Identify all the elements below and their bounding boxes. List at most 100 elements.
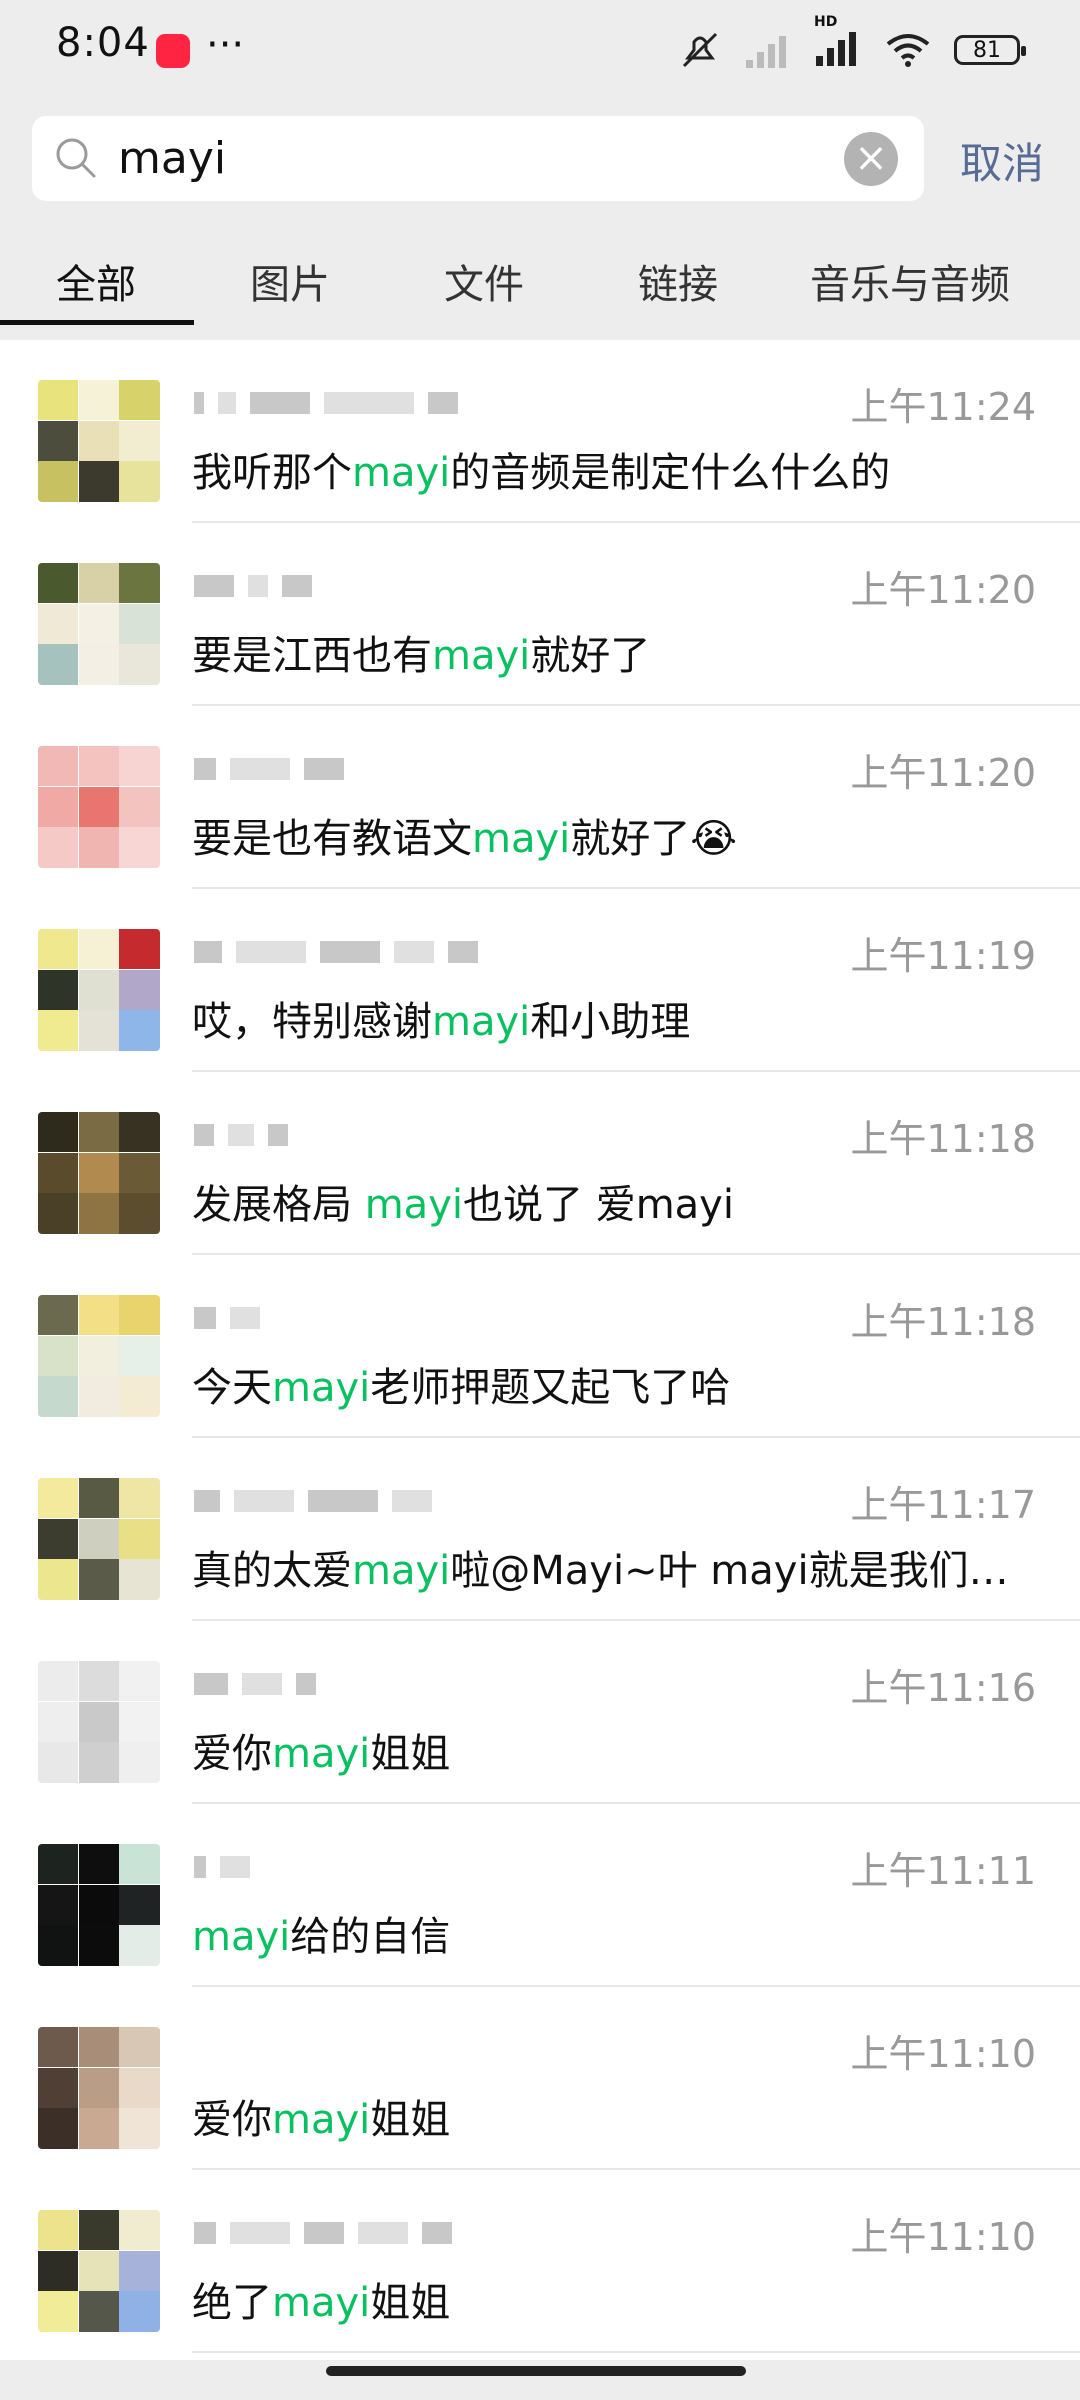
- search-input[interactable]: [118, 124, 838, 192]
- clear-icon[interactable]: ×: [844, 132, 898, 186]
- wifi-icon: [886, 34, 930, 67]
- mute-icon: [682, 32, 718, 68]
- snippet-text: 的音频是制定什么什么的: [450, 450, 891, 496]
- message-snippet: 发展格局 mayi也说了 爱mayi: [192, 1172, 1032, 1230]
- snippet-text: 就好了😭: [570, 816, 738, 862]
- message-time: 上午11:17: [850, 1483, 1036, 1527]
- message-snippet: 我听那个mayi的音频是制定什么什么的: [192, 440, 1032, 498]
- status-icons: HD 81: [678, 14, 1026, 74]
- tab-files[interactable]: 文件: [444, 252, 524, 310]
- sender-name-redacted: [194, 1482, 494, 1516]
- sender-name-redacted: [194, 1299, 494, 1333]
- snippet-text: 真的太爱: [192, 1548, 352, 1594]
- message-time: 上午11:11: [850, 1849, 1036, 1893]
- snippet-text: 绝了: [192, 2280, 272, 2326]
- message-snippet: 爱你mayi姐姐: [192, 1721, 1032, 1779]
- avatar: [38, 1112, 160, 1234]
- message-time: 上午11:10: [850, 2032, 1036, 2076]
- snippet-text: 老师押题又起飞了哈: [370, 1365, 731, 1411]
- snippet-text: 爱你: [192, 2097, 272, 2143]
- tab-music-audio[interactable]: 音乐与音频: [810, 252, 1010, 310]
- avatar: [38, 563, 160, 685]
- snippet-text: 给的自信: [290, 1914, 451, 1960]
- snippet-highlight: mayi: [192, 1914, 291, 1960]
- snippet-text: 和小助理: [530, 999, 691, 1045]
- snippet-highlight: mayi: [364, 1182, 463, 1228]
- battery-icon: 81: [954, 35, 1026, 65]
- snippet-text: 哎，特别感谢: [192, 999, 432, 1045]
- sender-name-redacted: [194, 1665, 494, 1699]
- divider: [192, 2351, 1080, 2353]
- snippet-text: 姐姐: [370, 2280, 451, 2326]
- search-result-item[interactable]: 上午11:18 今天mayi老师押题又起飞了哈: [0, 1255, 1080, 1438]
- xiaohongshu-notification-icon: [156, 34, 190, 68]
- tab-images[interactable]: 图片: [250, 252, 330, 310]
- snippet-highlight: mayi: [432, 999, 531, 1045]
- message-time: 上午11:10: [850, 2215, 1036, 2259]
- snippet-text: 爱你: [192, 1731, 272, 1777]
- snippet-highlight: mayi: [472, 816, 571, 862]
- avatar: [38, 1661, 160, 1783]
- search-result-item[interactable]: 上午11:20 要是江西也有mayi就好了: [0, 523, 1080, 706]
- avatar: [38, 2027, 160, 2149]
- search-result-item[interactable]: 上午11:18 发展格局 mayi也说了 爱mayi: [0, 1072, 1080, 1255]
- avatar: [38, 1478, 160, 1600]
- avatar: [38, 2210, 160, 2332]
- message-snippet: mayi给的自信: [192, 1904, 1032, 1962]
- cancel-button[interactable]: 取消: [960, 130, 1044, 191]
- avatar: [38, 746, 160, 868]
- sender-name-redacted: [194, 933, 494, 967]
- avatar: [38, 1295, 160, 1417]
- sender-name-redacted: [194, 1848, 494, 1882]
- avatar: [38, 380, 160, 502]
- search-result-item[interactable]: 上午11:10 爱你mayi姐姐: [0, 1987, 1080, 2170]
- status-bar: 8:04 ··· HD 81: [0, 0, 1080, 100]
- tab-links[interactable]: 链接: [638, 252, 718, 310]
- message-time: 上午11:16: [850, 1666, 1036, 1710]
- search-result-item[interactable]: 上午11:20 要是也有教语文mayi就好了😭: [0, 706, 1080, 889]
- search-icon: [56, 138, 96, 178]
- snippet-highlight: mayi: [272, 1365, 371, 1411]
- snippet-text: 姐姐: [370, 1731, 451, 1777]
- sender-name-redacted: [194, 2214, 494, 2248]
- message-time: 上午11:24: [850, 385, 1036, 429]
- message-snippet: 绝了mayi姐姐: [192, 2270, 1032, 2328]
- battery-level: 81: [973, 37, 1001, 63]
- message-snippet: 要是江西也有mayi就好了: [192, 623, 1032, 681]
- snippet-text: 也说了 爱mayi: [462, 1182, 734, 1228]
- snippet-text: 就好了: [530, 633, 651, 679]
- status-time: 8:04: [56, 20, 150, 66]
- snippet-highlight: mayi: [432, 633, 531, 679]
- message-time: 上午11:19: [850, 934, 1036, 978]
- search-result-item[interactable]: 上午11:19 哎，特别感谢mayi和小助理: [0, 889, 1080, 1072]
- message-time: 上午11:18: [850, 1117, 1036, 1161]
- snippet-text: 发展格局: [192, 1182, 365, 1228]
- hd-label: HD: [814, 14, 838, 30]
- search-result-item[interactable]: 上午11:11 mayi给的自信: [0, 1804, 1080, 1987]
- message-snippet: 要是也有教语文mayi就好了😭: [192, 806, 1032, 864]
- snippet-text: 我听那个: [192, 450, 352, 496]
- sender-name-redacted: [194, 2031, 494, 2065]
- snippet-text: 今天: [192, 1365, 272, 1411]
- search-field[interactable]: ×: [32, 116, 924, 201]
- message-snippet: 哎，特别感谢mayi和小助理: [192, 989, 1032, 1047]
- search-result-item[interactable]: 上午11:17 真的太爱mayi啦@Mayi~叶 mayi就是我们…: [0, 1438, 1080, 1621]
- message-snippet: 真的太爱mayi啦@Mayi~叶 mayi就是我们…: [192, 1538, 1032, 1596]
- tab-all[interactable]: 全部: [56, 252, 136, 310]
- home-indicator[interactable]: [326, 2366, 746, 2376]
- search-result-item[interactable]: 上午11:24 我听那个mayi的音频是制定什么什么的: [0, 340, 1080, 523]
- message-time: 上午11:20: [850, 751, 1036, 795]
- avatar: [38, 1844, 160, 1966]
- message-snippet: 今天mayi老师押题又起飞了哈: [192, 1355, 1032, 1413]
- snippet-highlight: mayi: [352, 1548, 451, 1594]
- message-snippet: 爱你mayi姐姐: [192, 2087, 1032, 2145]
- sender-name-redacted: [194, 750, 494, 784]
- snippet-text: 姐姐: [370, 2097, 451, 2143]
- search-result-item[interactable]: 上午11:10 绝了mayi姐姐: [0, 2170, 1080, 2353]
- snippet-highlight: mayi: [272, 2097, 371, 2143]
- snippet-highlight: mayi: [272, 1731, 371, 1777]
- search-results-list: 上午11:24 我听那个mayi的音频是制定什么什么的 上午11:20 要是江西也有m…: [0, 340, 1080, 2360]
- filter-tabs: 全部 图片 文件 链接 音乐与音频: [0, 232, 1080, 328]
- search-result-item[interactable]: 上午11:16 爱你mayi姐姐: [0, 1621, 1080, 1804]
- search-bar: × 取消: [0, 100, 1080, 218]
